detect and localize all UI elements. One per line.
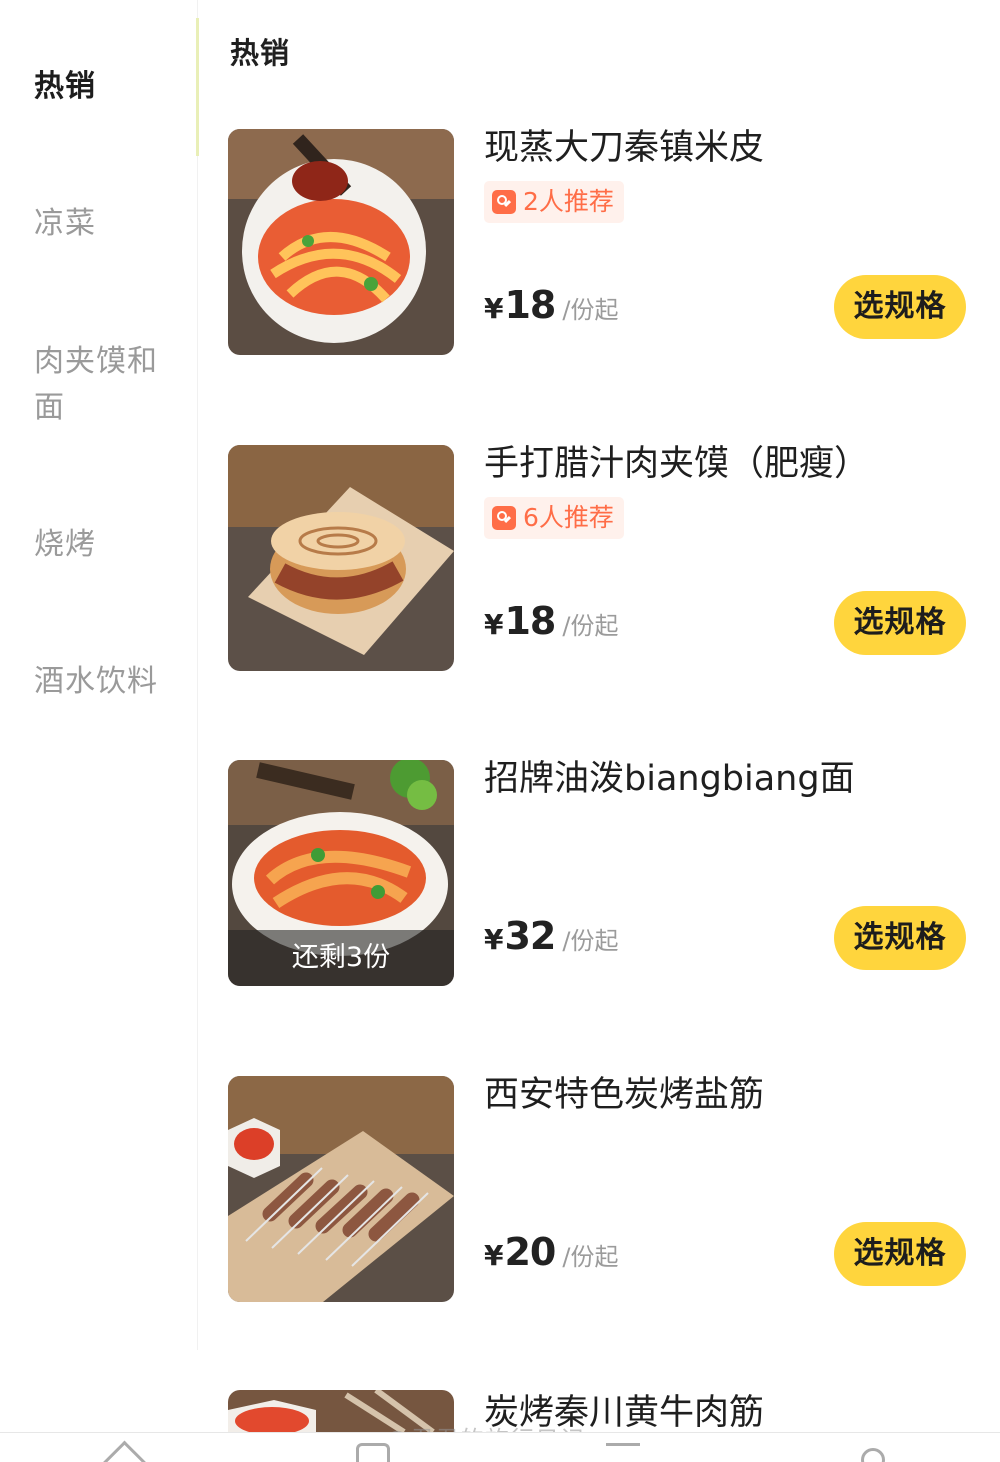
menu-item[interactable]: 还剩3份 招牌油泼biangbiang面 ¥ 32 /份起 选规格	[228, 759, 988, 986]
sidebar-item-barbecue[interactable]: 烧烤	[34, 522, 174, 568]
food-photo[interactable]	[228, 129, 454, 355]
item-price: ¥ 20 /份起	[484, 1230, 619, 1274]
menu-item[interactable]: 手打腊汁肉夹馍（肥瘦） 6人推荐 ¥ 18 /份起 选规格	[228, 444, 988, 671]
select-spec-button[interactable]: 选规格	[834, 1222, 966, 1286]
item-price: ¥ 18 /份起	[484, 599, 619, 643]
item-price: ¥ 18 /份起	[484, 283, 619, 327]
food-photo[interactable]	[228, 445, 454, 671]
sidebar-item-drinks[interactable]: 酒水饮料	[34, 659, 174, 705]
recommend-badge: 6人推荐	[484, 497, 624, 539]
item-name: 西安特色炭烤盐筋	[484, 1075, 765, 1115]
item-name: 手打腊汁肉夹馍（肥瘦）	[484, 444, 870, 484]
sidebar-item-hot-selling[interactable]: 热销	[34, 64, 174, 110]
select-spec-button[interactable]: 选规格	[834, 591, 966, 655]
item-name: 现蒸大刀秦镇米皮	[484, 128, 765, 168]
food-photo[interactable]	[228, 1076, 454, 1302]
select-spec-button[interactable]: 选规格	[834, 906, 966, 970]
sidebar-item-roujiamo-and-noodles[interactable]: 肉夹馍和面	[34, 339, 174, 431]
remaining-stock-label: 还剩3份	[228, 930, 454, 986]
category-sidebar: 热销 凉菜 肉夹馍和面 烧烤 酒水饮料	[0, 0, 199, 1350]
user-icon[interactable]	[856, 1443, 890, 1462]
menu-item[interactable]: 西安特色炭烤盐筋 ¥ 20 /份起 选规格	[228, 1075, 988, 1302]
home-icon[interactable]	[106, 1443, 140, 1462]
bag-icon[interactable]	[356, 1443, 390, 1462]
food-photo[interactable]: 还剩3份	[228, 760, 454, 986]
sidebar-item-cold-dishes[interactable]: 凉菜	[34, 201, 174, 247]
item-price: ¥ 32 /份起	[484, 914, 619, 958]
recommend-badge: 2人推荐	[484, 181, 624, 223]
recommend-icon	[492, 190, 516, 214]
menu-item[interactable]: 现蒸大刀秦镇米皮 2人推荐 ¥ 18 /份起 选规格	[228, 128, 988, 355]
active-category-indicator	[196, 18, 199, 156]
cart-icon[interactable]	[606, 1443, 640, 1462]
menu-item-partial[interactable]: 炭烤秦川黄牛肉筋	[228, 1390, 988, 1432]
select-spec-button[interactable]: 选规格	[834, 275, 966, 339]
recommend-icon	[492, 506, 516, 530]
item-name: 招牌油泼biangbiang面	[484, 759, 855, 799]
bottom-navigation	[0, 1432, 1000, 1462]
section-title: 热销	[230, 36, 291, 70]
